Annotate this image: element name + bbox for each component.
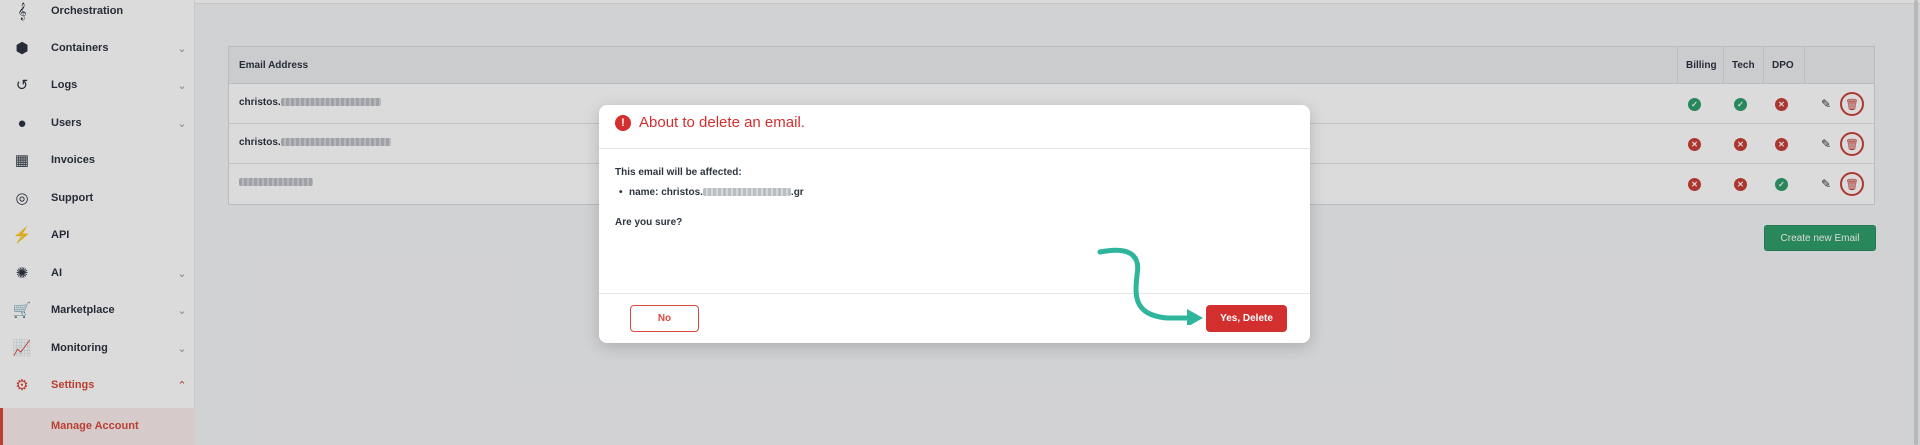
pointer-arrow-icon xyxy=(1097,247,1203,325)
yes-delete-button[interactable]: Yes, Delete xyxy=(1206,305,1287,332)
dialog-body: This email will be affected: name: chris… xyxy=(615,167,1295,228)
dialog-header: ! About to delete an email. xyxy=(599,105,1310,149)
no-button[interactable]: No xyxy=(630,305,699,332)
affected-label: This email will be affected: xyxy=(615,167,742,178)
dialog-title: About to delete an email. xyxy=(639,114,805,131)
confirm-question: Are you sure? xyxy=(615,217,683,228)
affected-email-item: name: christos..gr xyxy=(615,187,804,198)
warning-icon: ! xyxy=(615,115,631,131)
